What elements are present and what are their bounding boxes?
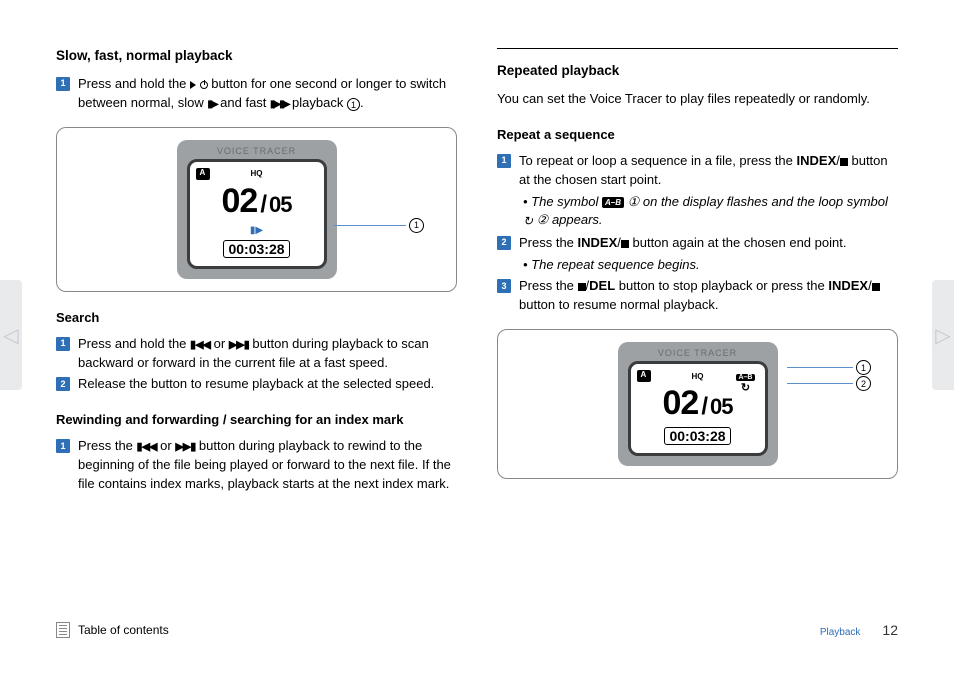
loop-icon: ↻ — [736, 383, 754, 393]
loop-icon: ↻ — [523, 213, 533, 230]
callout-1: 1 — [787, 360, 871, 375]
step-number: 1 — [56, 337, 70, 351]
page-reference: Playback 12 — [820, 622, 898, 638]
device-figure-1: VOICE TRACER A HQ 02/05 ▮▶ 00:03:28 1 — [56, 127, 457, 292]
step-text: Press the ▮◀◀ or ▶▶▮ button during playb… — [78, 437, 457, 494]
page-footer: Table of contents Playback 12 — [56, 622, 898, 638]
toc-label: Table of contents — [78, 623, 169, 637]
step-text: Press the /DEL button to stop playback o… — [519, 277, 898, 315]
forward-icon: ▶▶▮ — [175, 440, 195, 456]
device-brand: VOICE TRACER — [628, 348, 768, 358]
stop-icon — [872, 283, 880, 291]
file-total: 05 — [710, 394, 732, 420]
callout-2: 2 — [787, 376, 871, 391]
forward-icon: ▶▶▮ — [229, 338, 249, 354]
heading-repeated: Repeated playback — [497, 63, 898, 78]
right-column: Repeated playback You can set the Voice … — [497, 48, 898, 497]
play-icon — [190, 81, 196, 89]
elapsed-time: 00:03:28 — [223, 240, 289, 258]
step: 1 Press and hold the button for one seco… — [56, 75, 457, 113]
quality-label: HQ — [251, 169, 263, 178]
callout-ref: 1 — [347, 98, 360, 111]
rewind-icon: ▮◀◀ — [190, 338, 210, 354]
ab-loop-indicator: A–B ↻ — [736, 372, 754, 393]
callout-1: 1 — [334, 218, 424, 233]
folder-icon: A — [196, 168, 210, 180]
step: 3 Press the /DEL button to stop playback… — [497, 277, 898, 315]
column-divider — [497, 48, 898, 49]
stop-icon — [621, 240, 629, 248]
step: 1 Press the ▮◀◀ or ▶▶▮ button during pla… — [56, 437, 457, 494]
step-text: Press and hold the ▮◀◀ or ▶▶▮ button dur… — [78, 335, 457, 373]
folder-icon: A — [637, 370, 651, 382]
elapsed-time: 00:03:28 — [664, 427, 730, 445]
step: 1 Press and hold the ▮◀◀ or ▶▶▮ button d… — [56, 335, 457, 373]
step-number: 1 — [56, 77, 70, 91]
step: 2 Press the INDEX/ button again at the c… — [497, 234, 898, 253]
device-frame: VOICE TRACER A HQ A–B ↻ 02/05 00:03:28 — [618, 342, 778, 466]
heading-slow-playback: Slow, fast, normal playback — [56, 48, 457, 63]
playback-status-icon: ▮▶ — [250, 225, 263, 236]
device-screen: A HQ A–B ↻ 02/05 00:03:28 — [628, 361, 768, 456]
prev-page-tab[interactable]: ◁ — [0, 280, 22, 390]
page-content: Slow, fast, normal playback 1 Press and … — [0, 0, 954, 497]
device-brand: VOICE TRACER — [187, 146, 327, 156]
toc-link[interactable]: Table of contents — [56, 622, 169, 638]
heading-search: Search — [56, 310, 457, 325]
stop-icon — [578, 283, 586, 291]
left-column: Slow, fast, normal playback 1 Press and … — [56, 48, 457, 497]
next-page-tab[interactable]: ▷ — [932, 280, 954, 390]
rewind-icon: ▮◀◀ — [137, 440, 157, 456]
step-text: Press and hold the button for one second… — [78, 75, 457, 113]
device-frame: VOICE TRACER A HQ 02/05 ▮▶ 00:03:28 — [177, 140, 337, 279]
heading-repeat-sequence: Repeat a sequence — [497, 127, 898, 142]
step-text: Release the button to resume playback at… — [78, 375, 457, 394]
step-note: • The symbol A–B ① on the display flashe… — [523, 193, 898, 231]
step-number: 3 — [497, 279, 511, 293]
toc-icon — [56, 622, 70, 638]
step: 1 To repeat or loop a sequence in a file… — [497, 152, 898, 190]
slow-playback-icon: ▮▶ — [207, 98, 216, 113]
step-text: Press the INDEX/ button again at the cho… — [519, 234, 898, 253]
step-number: 2 — [497, 236, 511, 250]
file-number: 02 — [222, 182, 258, 221]
step: 2 Release the button to resume playback … — [56, 375, 457, 394]
device-figure-2: VOICE TRACER A HQ A–B ↻ 02/05 00:03:28 — [497, 329, 898, 479]
step-number: 1 — [497, 154, 511, 168]
step-number: 1 — [56, 439, 70, 453]
step-number: 2 — [56, 377, 70, 391]
device-screen: A HQ 02/05 ▮▶ 00:03:28 — [187, 159, 327, 269]
repeated-intro: You can set the Voice Tracer to play fil… — [497, 90, 898, 109]
ab-icon: A–B — [602, 197, 624, 209]
section-name[interactable]: Playback — [820, 627, 861, 638]
file-total: 05 — [269, 192, 291, 218]
file-number: 02 — [663, 384, 699, 423]
fast-playback-icon: ▮▶▮▶ — [270, 98, 288, 113]
step-text: To repeat or loop a sequence in a file, … — [519, 152, 898, 190]
heading-rewind: Rewinding and forwarding / searching for… — [56, 412, 457, 427]
stop-icon — [840, 158, 848, 166]
page-number: 12 — [882, 622, 898, 638]
power-icon — [200, 81, 208, 89]
quality-label: HQ — [692, 372, 704, 381]
step-note: • The repeat sequence begins. — [523, 256, 898, 275]
